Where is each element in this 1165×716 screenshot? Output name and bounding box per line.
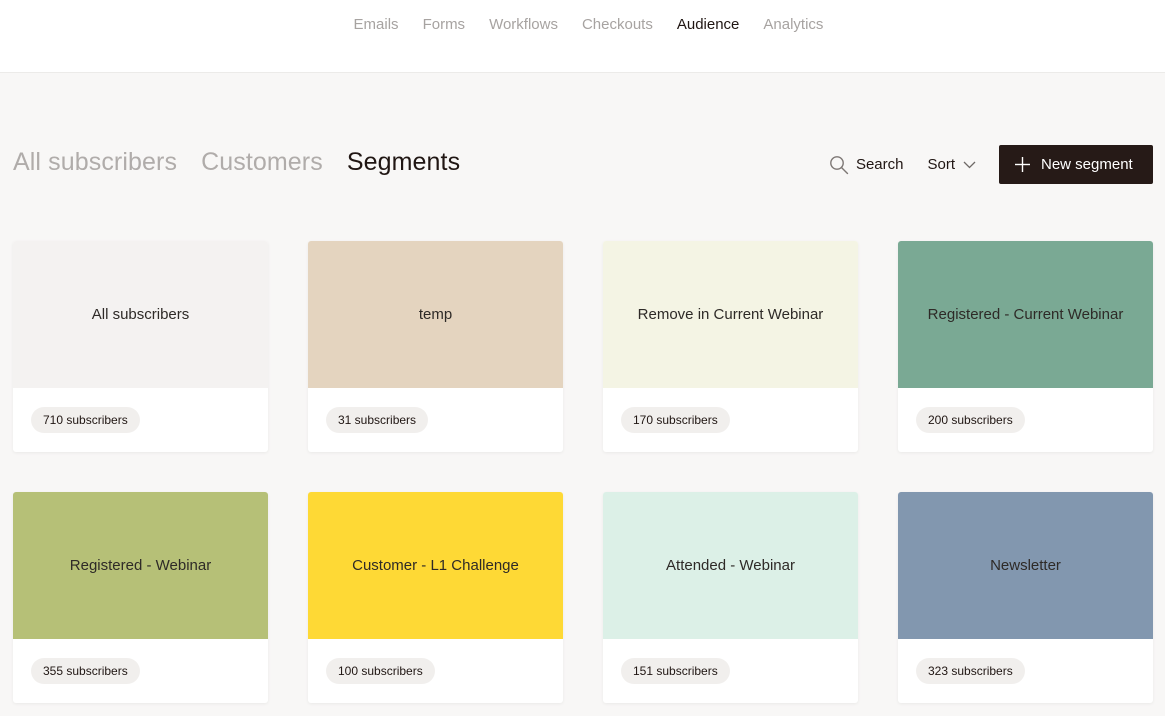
subscriber-count-badge: 170 subscribers bbox=[621, 407, 730, 433]
nav-workflows[interactable]: Workflows bbox=[489, 16, 558, 33]
new-segment-label: New segment bbox=[1041, 156, 1133, 173]
segment-card[interactable]: All subscribers 710 subscribers bbox=[13, 241, 268, 452]
nav-audience[interactable]: Audience bbox=[677, 16, 740, 33]
segment-card[interactable]: Registered - Current Webinar 200 subscri… bbox=[898, 241, 1153, 452]
search-icon bbox=[829, 155, 849, 175]
nav-emails[interactable]: Emails bbox=[354, 16, 399, 33]
segment-card-footer: 100 subscribers bbox=[308, 639, 563, 703]
subscriber-count-badge: 323 subscribers bbox=[916, 658, 1025, 684]
sort-dropdown[interactable]: Sort bbox=[927, 156, 976, 173]
segment-card-footer: 151 subscribers bbox=[603, 639, 858, 703]
segment-card[interactable]: Remove in Current Webinar 170 subscriber… bbox=[603, 241, 858, 452]
subscriber-count-badge: 710 subscribers bbox=[31, 407, 140, 433]
segment-card-footer: 170 subscribers bbox=[603, 388, 858, 452]
subscriber-count-badge: 31 subscribers bbox=[326, 407, 429, 433]
segment-name: Attended - Webinar bbox=[666, 557, 795, 574]
segment-card-header: Newsletter bbox=[898, 492, 1153, 639]
segment-card-footer: 710 subscribers bbox=[13, 388, 268, 452]
segment-card[interactable]: Attended - Webinar 151 subscribers bbox=[603, 492, 858, 703]
segment-card-header: Customer - L1 Challenge bbox=[308, 492, 563, 639]
new-segment-button[interactable]: New segment bbox=[999, 145, 1153, 184]
plus-icon bbox=[1014, 156, 1031, 173]
segment-name: Newsletter bbox=[990, 557, 1061, 574]
segment-card[interactable]: Customer - L1 Challenge 100 subscribers bbox=[308, 492, 563, 703]
segment-card-footer: 200 subscribers bbox=[898, 388, 1153, 452]
nav-analytics[interactable]: Analytics bbox=[763, 16, 823, 33]
subscriber-count-badge: 151 subscribers bbox=[621, 658, 730, 684]
segment-card-footer: 31 subscribers bbox=[308, 388, 563, 452]
segment-card-header: Registered - Current Webinar bbox=[898, 241, 1153, 388]
subscriber-count-badge: 200 subscribers bbox=[916, 407, 1025, 433]
tab-all-subscribers[interactable]: All subscribers bbox=[13, 148, 177, 177]
segment-card-header: All subscribers bbox=[13, 241, 268, 388]
top-bar: Emails Forms Workflows Checkouts Audienc… bbox=[0, 0, 1165, 73]
segment-name: Customer - L1 Challenge bbox=[352, 557, 519, 574]
nav-checkouts[interactable]: Checkouts bbox=[582, 16, 653, 33]
segment-name: Remove in Current Webinar bbox=[637, 306, 824, 323]
segment-card-header: Registered - Webinar bbox=[13, 492, 268, 639]
nav-forms[interactable]: Forms bbox=[423, 16, 466, 33]
sort-label: Sort bbox=[927, 156, 955, 173]
toolbar: Search Sort New segment bbox=[829, 145, 1153, 184]
segments-grid: All subscribers 710 subscribers temp 31 … bbox=[13, 241, 1153, 703]
tab-customers[interactable]: Customers bbox=[201, 148, 323, 177]
segment-card[interactable]: Newsletter 323 subscribers bbox=[898, 492, 1153, 703]
audience-tabs: All subscribers Customers Segments bbox=[13, 148, 460, 177]
main-nav: Emails Forms Workflows Checkouts Audienc… bbox=[0, 16, 1165, 33]
search-label: Search bbox=[855, 156, 904, 173]
segment-card-header: Remove in Current Webinar bbox=[603, 241, 858, 388]
subscriber-count-badge: 100 subscribers bbox=[326, 658, 435, 684]
segment-name: All subscribers bbox=[91, 306, 190, 323]
segment-card[interactable]: Registered - Webinar 355 subscribers bbox=[13, 492, 268, 703]
subscriber-count-badge: 355 subscribers bbox=[31, 658, 140, 684]
search-button[interactable]: Search bbox=[829, 155, 904, 175]
segment-card-footer: 355 subscribers bbox=[13, 639, 268, 703]
segment-name: temp bbox=[418, 306, 453, 323]
segment-name: Registered - Webinar bbox=[69, 557, 212, 574]
segment-card[interactable]: temp 31 subscribers bbox=[308, 241, 563, 452]
segment-card-header: temp bbox=[308, 241, 563, 388]
segment-card-header: Attended - Webinar bbox=[603, 492, 858, 639]
segment-card-footer: 323 subscribers bbox=[898, 639, 1153, 703]
chevron-down-icon bbox=[963, 161, 976, 169]
tab-segments[interactable]: Segments bbox=[347, 148, 460, 177]
segment-name: Registered - Current Webinar bbox=[927, 306, 1124, 323]
